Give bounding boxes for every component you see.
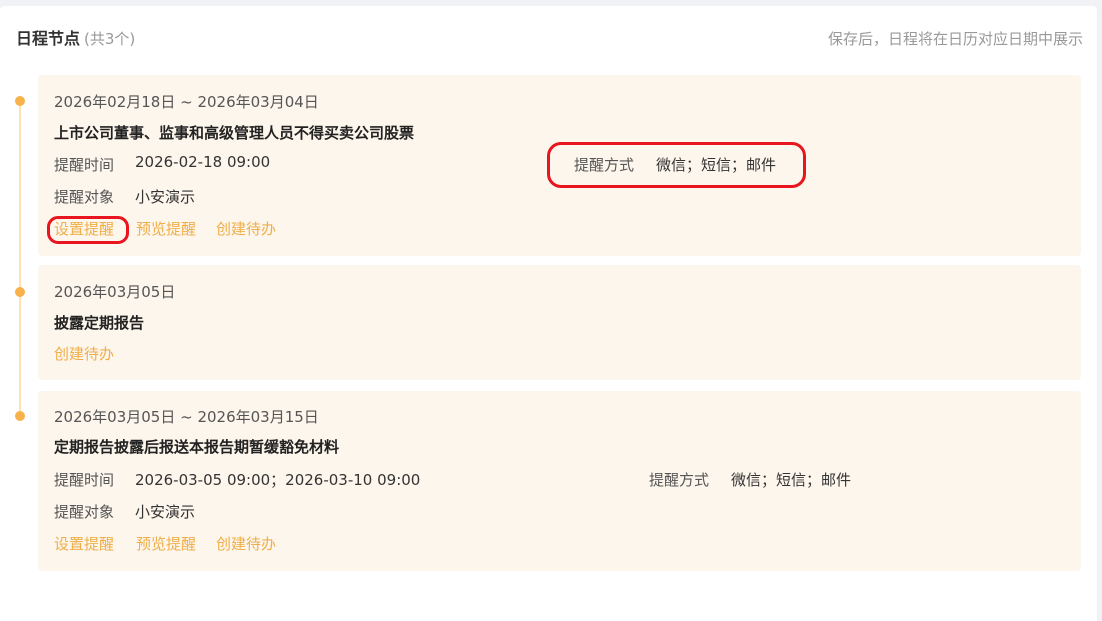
node-name: 上市公司董事、监事和高级管理人员不得买卖公司股票 [54, 124, 415, 142]
preview-reminder-link[interactable]: 预览提醒 [136, 534, 196, 554]
node-count: (共3个) [84, 30, 136, 48]
node-date: 2026年03月05日 ~ 2026年03月15日 [54, 408, 319, 426]
remind-time-label: 提醒时间 [54, 471, 115, 489]
timeline-line [19, 101, 21, 417]
remind-target-value: 小安演示 [135, 188, 196, 206]
panel-title-text: 日程节点 [16, 29, 81, 48]
preview-reminder-link[interactable]: 预览提醒 [136, 219, 196, 239]
timeline-dot [15, 411, 25, 421]
remind-target-value: 小安演示 [135, 503, 196, 521]
panel-title: 日程节点 (共3个) [16, 28, 135, 50]
set-reminder-link[interactable]: 设置提醒 [54, 534, 114, 554]
node-name: 披露定期报告 [54, 314, 145, 332]
remind-time-value: 2026-03-05 09:00；2026-03-10 09:00 [135, 471, 421, 489]
timeline-dot [15, 96, 25, 106]
set-reminder-link[interactable]: 设置提醒 [54, 219, 114, 239]
schedule-node-card: 2026年03月05日 ~ 2026年03月15日 定期报告披露后报送本报告期暂… [38, 391, 1081, 571]
remind-method-value: 微信；短信；邮件 [731, 471, 852, 489]
save-hint: 保存后，日程将在日历对应日期中展示 [827, 30, 1083, 48]
remind-target-label: 提醒对象 [54, 503, 115, 521]
node-date: 2026年02月18日 ~ 2026年03月04日 [54, 93, 319, 111]
remind-method-label: 提醒方式 [574, 156, 635, 174]
remind-target-label: 提醒对象 [54, 188, 115, 206]
schedule-node-card: 2026年02月18日 ~ 2026年03月04日 上市公司董事、监事和高级管理… [38, 75, 1081, 256]
schedule-node-card: 2026年03月05日 披露定期报告 创建待办 [38, 265, 1081, 380]
remind-time-value: 2026-02-18 09:00 [135, 153, 271, 171]
node-name: 定期报告披露后报送本报告期暂缓豁免材料 [54, 438, 340, 456]
create-todo-link[interactable]: 创建待办 [216, 219, 276, 239]
create-todo-link[interactable]: 创建待办 [216, 534, 276, 554]
timeline-dot [15, 287, 25, 297]
panel-header: 日程节点 (共3个) 保存后，日程将在日历对应日期中展示 [16, 28, 1083, 52]
remind-method-label: 提醒方式 [649, 471, 710, 489]
node-date: 2026年03月05日 [54, 283, 176, 301]
remind-time-label: 提醒时间 [54, 156, 115, 174]
remind-method-value: 微信；短信；邮件 [656, 156, 777, 174]
create-todo-link[interactable]: 创建待办 [54, 344, 114, 364]
